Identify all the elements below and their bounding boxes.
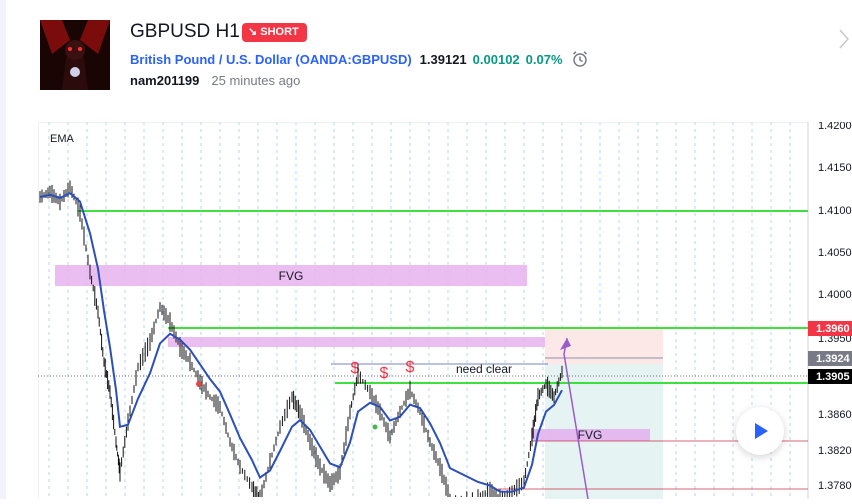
price-change-percent: 0.07% [525,51,563,67]
price-tag-gray-label: 1.3924 [816,353,851,365]
liquidity-dollar-2: $ [380,365,389,382]
axis-label-1: 1.4200 [818,122,852,132]
fvg-label-top: FVG [279,269,304,283]
play-icon [755,423,768,439]
chart-area[interactable]: EMA FVG FVG need clear $ $ $ 1.4200 1.41… [37,120,852,500]
axis-label-3: 1.4100 [818,205,852,217]
short-badge-label: SHORT [260,26,299,38]
axis-label-9: 1.3780 [818,480,852,492]
last-price: 1.39121 [419,51,467,67]
idea-header: GBPUSD H1 ↘ SHORT British Pound / U.S. D… [0,0,852,110]
published-time: 25 minutes ago [211,73,301,88]
signal-dot-red [196,381,202,387]
price-chart: EMA FVG FVG need clear $ $ $ 1.4200 1.41… [37,120,852,500]
need-clear-label: need clear [456,362,512,376]
fvg-label-bottom: FVG [578,428,603,442]
author-avatar[interactable] [40,20,110,90]
liquidity-dollar-3: $ [406,359,415,376]
axis-label-4: 1.4050 [818,247,852,259]
supply-zone [168,337,611,347]
alarm-clock-icon[interactable] [571,50,589,71]
indicator-label: EMA [50,133,75,145]
chevron-right-icon[interactable] [838,28,850,55]
symbol-row: British Pound / U.S. Dollar (OANDA:GBPUS… [130,50,589,71]
short-badge: ↘ SHORT [242,23,307,42]
axis-label-5: 1.4000 [818,289,852,301]
price-tag-red-label: 1.3960 [816,323,850,335]
author-name[interactable]: nam201199 [130,73,199,88]
idea-title: GBPUSD H1 [130,21,240,42]
arrow-down-right-icon: ↘ [248,26,258,38]
axis-label-2: 1.4150 [818,162,852,174]
play-button[interactable] [736,407,784,455]
symbol-link[interactable]: British Pound / U.S. Dollar (OANDA:GBPUS… [130,52,412,67]
author-row: nam201199 25 minutes ago [130,73,300,88]
price-tag-black-label: 1.3905 [816,371,850,383]
price-change: 0.00102 [472,51,520,67]
axis-label-7: 1.3860 [818,409,852,421]
axis-label-8: 1.3820 [818,445,852,457]
signal-dot-green [372,424,378,430]
